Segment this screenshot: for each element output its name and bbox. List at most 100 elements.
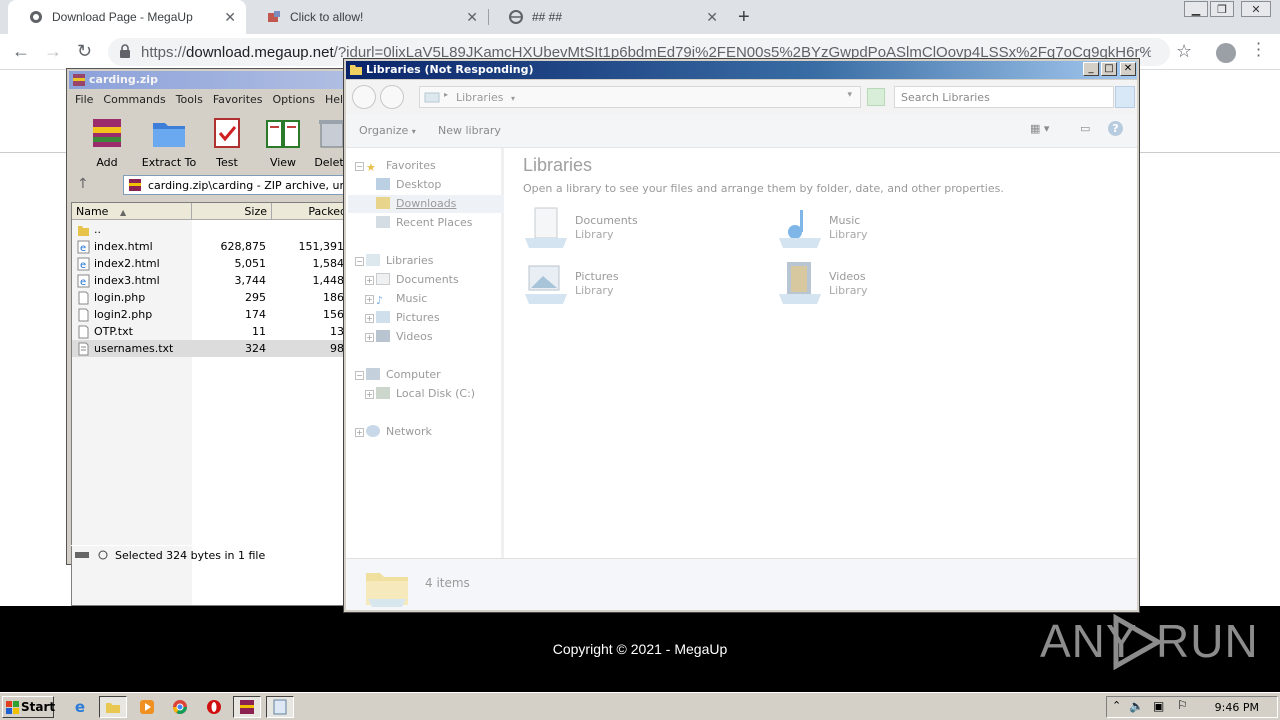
tab-megaup[interactable]: Download Page - MegaUp ✕: [8, 0, 246, 34]
volume-icon[interactable]: 🔈: [1129, 699, 1144, 713]
breadcrumb-dropdown-icon[interactable]: ▾: [511, 94, 515, 103]
minimize-button[interactable]: _: [1083, 62, 1099, 76]
nav-pictures[interactable]: Pictures: [376, 311, 440, 329]
documents-library-icon: [525, 207, 567, 248]
menu-favorites[interactable]: Favorites: [213, 93, 263, 106]
menu-commands[interactable]: Commands: [103, 93, 165, 106]
nav-downloads[interactable]: Downloads: [348, 195, 504, 213]
explorer-taskbar-icon[interactable]: [99, 696, 127, 718]
library-videos[interactable]: Videos Library: [777, 262, 997, 310]
restore-button[interactable]: ❐: [1210, 1, 1234, 17]
file-row-parent[interactable]: ..: [72, 221, 346, 238]
add-button[interactable]: Add: [75, 117, 139, 169]
organize-button[interactable]: Organize ▾: [359, 124, 416, 137]
nav-desktop[interactable]: Desktop: [376, 178, 441, 196]
address-path[interactable]: ▸ Libraries ▾ ▾: [419, 86, 861, 108]
view-options-icon[interactable]: ▦ ▾: [1030, 122, 1049, 135]
clock[interactable]: 9:46 PM: [1215, 701, 1259, 714]
file-row-index2-html[interactable]: e index2.html 5,051 1,584: [72, 255, 346, 272]
close-icon[interactable]: ✕: [466, 9, 478, 26]
nav-favorites[interactable]: ★ Favorites: [366, 159, 436, 177]
column-header-packed[interactable]: Packed: [272, 203, 352, 220]
winrar-titlebar[interactable]: carding.zip: [69, 71, 345, 89]
nav-libraries[interactable]: Libraries: [366, 254, 434, 272]
help-icon[interactable]: ?: [1108, 121, 1123, 136]
library-pictures[interactable]: Pictures Library: [523, 262, 743, 310]
bookmark-star-icon[interactable]: ☆: [1176, 41, 1192, 62]
recent-places-icon: [376, 216, 390, 228]
back-arrow-icon[interactable]: ←: [12, 41, 30, 62]
opera-taskbar-icon[interactable]: [200, 696, 228, 718]
winrar-taskbar-icon[interactable]: [233, 696, 261, 718]
menu-file[interactable]: File: [75, 93, 93, 106]
close-window-button[interactable]: ✕: [1241, 1, 1271, 17]
close-icon[interactable]: ✕: [706, 9, 718, 26]
close-icon[interactable]: ✕: [224, 9, 236, 26]
file-row-usernames-txt[interactable]: usernames.txt 324 98: [72, 340, 346, 357]
menu-options[interactable]: Options: [273, 93, 315, 106]
collapse-libraries-icon[interactable]: −: [355, 257, 364, 266]
tab-title: Click to allow!: [290, 10, 364, 24]
file-row-index-html[interactable]: e index.html 628,875 151,391: [72, 238, 346, 255]
up-arrow-icon[interactable]: ↑: [77, 176, 89, 192]
file-row-index3-html[interactable]: e index3.html 3,744 1,448: [72, 272, 346, 289]
maximize-button[interactable]: □: [1101, 62, 1117, 76]
nav-documents[interactable]: Documents: [376, 273, 459, 291]
tab-hash[interactable]: ## ## ✕: [488, 0, 728, 34]
history-dropdown-icon[interactable]: ▾: [847, 90, 852, 100]
nav-videos[interactable]: Videos: [376, 330, 433, 348]
tab-click-to-allow[interactable]: Click to allow! ✕: [246, 0, 488, 34]
forward-arrow-icon[interactable]: →: [44, 41, 62, 62]
file-row-login2-php[interactable]: login2.php 174 156: [72, 306, 346, 323]
back-button[interactable]: [352, 85, 376, 109]
nav-computer[interactable]: Computer: [366, 368, 441, 386]
start-button[interactable]: Start: [2, 696, 55, 718]
test-button[interactable]: Test: [199, 117, 255, 169]
expand-local-disk-icon[interactable]: +: [365, 390, 374, 399]
collapse-computer-icon[interactable]: −: [355, 371, 364, 380]
ie-taskbar-icon[interactable]: e: [66, 696, 94, 718]
expand-documents-icon[interactable]: +: [365, 276, 374, 285]
library-music[interactable]: Music Library: [777, 206, 997, 254]
expand-network-icon[interactable]: +: [355, 428, 364, 437]
file-row-login-php[interactable]: login.php 295 186: [72, 289, 346, 306]
library-documents[interactable]: Documents Library: [523, 206, 743, 254]
notepad-taskbar-icon[interactable]: [266, 696, 294, 718]
collapse-favorites-icon[interactable]: −: [355, 162, 364, 171]
forward-button[interactable]: [380, 85, 404, 109]
column-header-size[interactable]: Size: [192, 203, 272, 220]
file-packed: 156: [323, 308, 344, 321]
reload-icon[interactable]: ↻: [77, 41, 92, 62]
nav-network[interactable]: Network: [366, 425, 432, 443]
winrar-icon: [240, 700, 254, 714]
expand-videos-icon[interactable]: +: [365, 333, 374, 342]
column-header-name[interactable]: Name ▲: [72, 203, 192, 220]
expand-music-icon[interactable]: +: [365, 295, 374, 304]
nav-music[interactable]: ♪ Music: [376, 292, 427, 310]
search-icon[interactable]: [1115, 86, 1135, 108]
nav-local-disk[interactable]: Local Disk (C:): [376, 387, 475, 405]
new-library-button[interactable]: New library: [438, 124, 501, 137]
nav-recent-places[interactable]: Recent Places: [376, 216, 473, 234]
menu-tools[interactable]: Tools: [176, 93, 203, 106]
chrome-taskbar-icon[interactable]: [166, 696, 194, 718]
search-input[interactable]: Search Libraries: [894, 86, 1114, 108]
extract-to-button[interactable]: Extract To: [137, 117, 201, 169]
refresh-button[interactable]: [867, 88, 885, 106]
view-button[interactable]: View: [255, 117, 311, 169]
preview-pane-icon[interactable]: ▭: [1080, 122, 1090, 135]
network-tray-icon[interactable]: ▣: [1153, 699, 1164, 713]
close-button[interactable]: ✕: [1120, 62, 1136, 76]
more-menu-icon[interactable]: · · ·: [1256, 36, 1261, 64]
show-hidden-icons[interactable]: ⌃: [1112, 699, 1121, 712]
media-player-taskbar-icon[interactable]: [133, 696, 161, 718]
minimize-button[interactable]: ▁: [1184, 1, 1208, 17]
address-breadcrumb[interactable]: Libraries: [456, 91, 504, 104]
archive-path-field[interactable]: carding.zip\carding - ZIP archive, unpac…: [123, 175, 347, 195]
action-center-flag-icon[interactable]: ⚐: [1177, 698, 1188, 712]
expand-pictures-icon[interactable]: +: [365, 314, 374, 323]
explorer-titlebar[interactable]: Libraries (Not Responding) _ □ ✕: [346, 61, 1137, 79]
file-row-otp-txt[interactable]: OTP.txt 11 13: [72, 323, 346, 340]
new-tab-button[interactable]: +: [738, 6, 750, 29]
profile-avatar[interactable]: [1216, 43, 1236, 63]
